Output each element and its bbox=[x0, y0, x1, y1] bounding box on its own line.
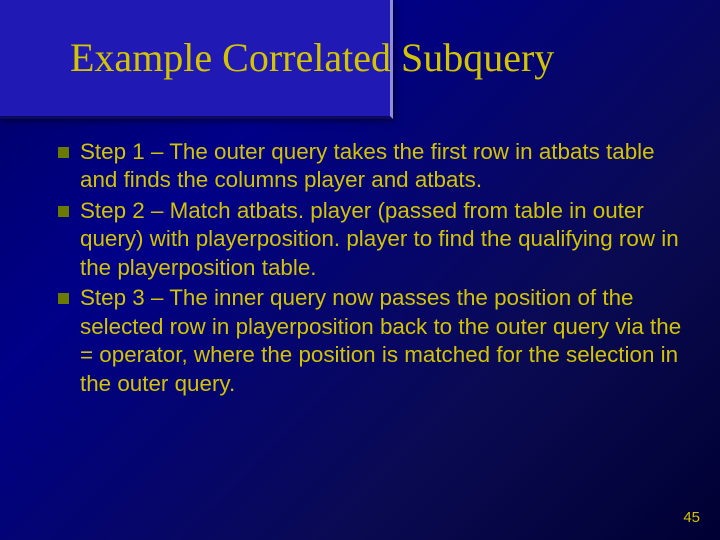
page-number: 45 bbox=[683, 509, 700, 526]
list-item: Step 1 – The outer query takes the first… bbox=[58, 138, 682, 195]
bullet-icon bbox=[58, 147, 69, 158]
bullet-text: Step 2 – Match atbats. player (passed fr… bbox=[80, 197, 682, 282]
list-item: Step 3 – The inner query now passes the … bbox=[58, 284, 682, 398]
slide-title: Example Correlated Subquery bbox=[70, 34, 690, 81]
slide: Example Correlated Subquery Step 1 – The… bbox=[0, 0, 720, 540]
list-item: Step 2 – Match atbats. player (passed fr… bbox=[58, 197, 682, 282]
slide-body: Step 1 – The outer query takes the first… bbox=[58, 138, 682, 400]
bullet-icon bbox=[58, 206, 69, 217]
bullet-text: Step 3 – The inner query now passes the … bbox=[80, 284, 682, 398]
bullet-text: Step 1 – The outer query takes the first… bbox=[80, 138, 682, 195]
bullet-icon bbox=[58, 293, 69, 304]
